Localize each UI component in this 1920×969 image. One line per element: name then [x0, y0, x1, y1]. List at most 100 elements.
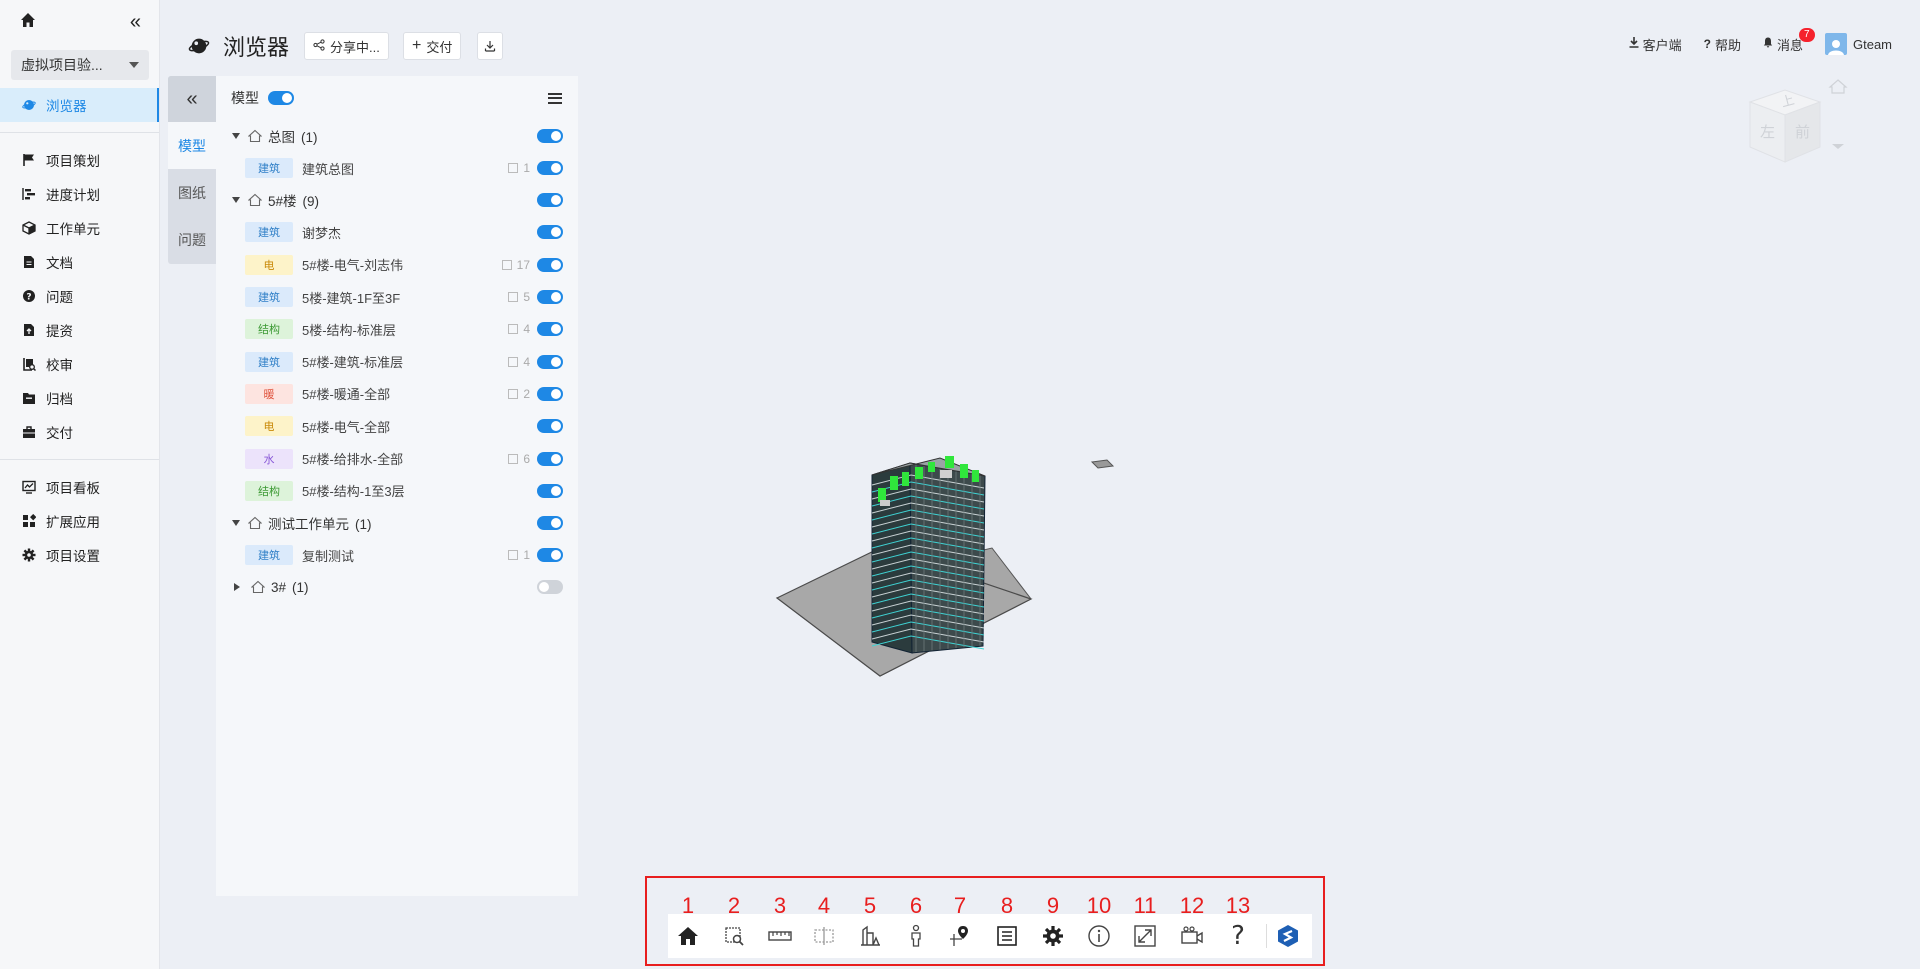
project-selector[interactable]: 虚拟项目验... — [11, 50, 149, 80]
camera-button[interactable] — [1179, 924, 1205, 948]
sidebar-item-3[interactable]: 工作单元 — [0, 211, 159, 245]
sidebar-item-label: 扩展应用 — [46, 515, 100, 530]
tree-item-row[interactable]: 电 5#楼-电气-刘志伟 17 — [216, 249, 578, 281]
sidebar-item-label: 浏览器 — [46, 99, 87, 114]
collapse-panel-icon[interactable]: « — [168, 76, 216, 122]
item-visibility-toggle[interactable] — [537, 548, 563, 563]
tree-item-row[interactable]: 建筑 5楼-建筑-1F至3F 5 — [216, 281, 578, 313]
tree-item-row[interactable]: 建筑 5#楼-建筑-标准层 4 — [216, 345, 578, 377]
item-visibility-toggle[interactable] — [537, 386, 563, 401]
building-model[interactable] — [871, 456, 986, 654]
sidebar-item-0[interactable]: 浏览器 — [0, 88, 159, 122]
archive-icon — [21, 390, 37, 406]
sidebar-item-8[interactable]: 归档 — [0, 381, 159, 415]
caret-right-icon[interactable] — [234, 583, 240, 592]
tree-group-count: (1) — [355, 516, 372, 532]
tree-group-row[interactable]: 5#楼 (9) — [216, 184, 578, 216]
caret-down-icon[interactable] — [232, 133, 240, 139]
tree-item-row[interactable]: 水 5#楼-给排水-全部 6 — [216, 442, 578, 474]
tree-item-row[interactable]: 暖 5#楼-暖通-全部 2 — [216, 378, 578, 410]
messages-link[interactable]: 消息 7 — [1763, 27, 1815, 54]
tab-model[interactable]: 模型 — [168, 122, 216, 169]
item-visibility-toggle[interactable] — [537, 354, 563, 369]
item-visibility-toggle[interactable] — [537, 161, 563, 176]
chevron-down-icon — [129, 62, 139, 68]
tree-group-row[interactable]: 测试工作单元 (1) — [216, 507, 578, 539]
sidebar-item-7[interactable]: 校审 — [0, 347, 159, 381]
home-icon[interactable] — [20, 12, 36, 33]
tab-drawings[interactable]: 图纸 — [168, 169, 216, 216]
person-icon — [911, 924, 921, 947]
gantt-icon — [21, 186, 37, 202]
menu-icon[interactable] — [548, 92, 562, 104]
walk-mode-button[interactable] — [903, 924, 929, 948]
help-button[interactable]: ? — [1225, 921, 1251, 951]
sidebar-item-1[interactable]: 项目策划 — [0, 143, 159, 177]
group-visibility-toggle[interactable] — [537, 129, 563, 143]
sidebar-item-10[interactable]: 项目看板 — [0, 470, 159, 504]
small-object[interactable] — [1090, 459, 1115, 469]
app-logo-button[interactable] — [1275, 924, 1301, 948]
sidebar-item-11[interactable]: 扩展应用 — [0, 504, 159, 538]
info-icon — [1088, 925, 1110, 947]
version-count: 5 — [508, 290, 530, 304]
home-view-button[interactable] — [675, 924, 701, 948]
info-button[interactable] — [1086, 924, 1112, 948]
sidebar-item-2[interactable]: 进度计划 — [0, 177, 159, 211]
3d-viewport[interactable] — [580, 90, 1920, 870]
tree-item-row[interactable]: 结构 5#楼-结构-1至3层 — [216, 475, 578, 507]
deliver-button[interactable]: + 交付 — [403, 32, 462, 60]
sidebar-item-label: 校审 — [46, 358, 73, 373]
item-visibility-toggle[interactable] — [537, 483, 563, 498]
section-button[interactable] — [811, 924, 837, 948]
question-mark-icon: ? — [1231, 921, 1245, 951]
question-icon: ? — [21, 288, 37, 304]
zoom-box-button[interactable] — [721, 924, 747, 948]
sidebar-item-6[interactable]: 提资 — [0, 313, 159, 347]
tab-issues[interactable]: 问题 — [168, 216, 216, 263]
tree-item-row[interactable]: 建筑 建筑总图 1 — [216, 152, 578, 184]
model-master-toggle[interactable] — [268, 91, 294, 105]
group-visibility-toggle[interactable] — [537, 515, 563, 530]
collapse-sidebar-icon[interactable]: « — [130, 11, 141, 34]
item-visibility-toggle[interactable] — [537, 290, 563, 305]
view-cube-menu-icon[interactable] — [1832, 144, 1844, 149]
caret-down-icon[interactable] — [232, 197, 240, 204]
house-icon — [247, 193, 263, 207]
tree-item-row[interactable]: 建筑 复制测试 1 — [216, 539, 578, 571]
sidebar-item-9[interactable]: 交付 — [0, 415, 159, 449]
fullscreen-button[interactable] — [1132, 924, 1158, 948]
properties-button[interactable] — [994, 924, 1020, 948]
tree-item-row[interactable]: 建筑 谢梦杰 — [216, 216, 578, 248]
item-visibility-toggle[interactable] — [537, 451, 563, 466]
tree-group-row[interactable]: 总图 (1) — [216, 120, 578, 152]
caret-down-icon[interactable] — [232, 519, 240, 526]
discipline-tag: 水 — [245, 448, 293, 469]
location-button[interactable] — [947, 924, 973, 948]
discipline-tag: 建筑 — [245, 158, 293, 179]
group-visibility-toggle[interactable] — [537, 193, 563, 208]
client-download-link[interactable]: 客户端 — [1629, 35, 1682, 54]
group-visibility-toggle[interactable] — [537, 580, 563, 595]
view-cube-home-icon[interactable] — [1828, 79, 1848, 94]
tree-item-row[interactable]: 电 5#楼-电气-全部 — [216, 410, 578, 442]
sidebar-item-5[interactable]: ? 问题 — [0, 279, 159, 313]
item-visibility-toggle[interactable] — [537, 322, 563, 337]
expand-icon — [1134, 925, 1156, 947]
download-button[interactable] — [477, 32, 503, 60]
item-visibility-toggle[interactable] — [537, 257, 563, 272]
user-menu[interactable]: Gteam — [1824, 33, 1892, 55]
share-button[interactable]: 分享中... — [304, 32, 389, 60]
measure-button[interactable] — [767, 924, 793, 948]
item-visibility-toggle[interactable] — [537, 419, 563, 434]
help-link[interactable]: ? 帮助 — [1704, 35, 1741, 54]
sidebar-item-12[interactable]: 项目设置 — [0, 538, 159, 572]
tree-group-row[interactable]: 3# (1) — [216, 571, 578, 603]
tree-group-name: 测试工作单元 — [268, 516, 349, 532]
item-visibility-toggle[interactable] — [537, 225, 563, 240]
elevation-button[interactable] — [857, 924, 883, 948]
sidebar-item-4[interactable]: 文档 — [0, 245, 159, 279]
view-cube[interactable]: 上 左 前 — [1740, 72, 1850, 175]
settings-button[interactable] — [1040, 924, 1066, 948]
tree-item-row[interactable]: 结构 5楼-结构-标准层 4 — [216, 313, 578, 345]
